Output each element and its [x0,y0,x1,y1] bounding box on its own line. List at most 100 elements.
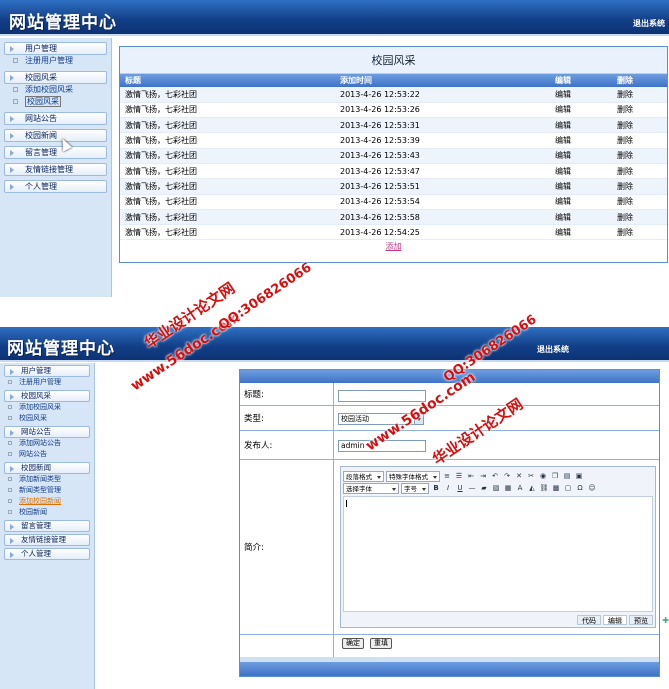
arrow-icon [10,116,14,122]
code-mode-tab[interactable]: 代码 [577,615,601,625]
italic-icon[interactable]: I [443,483,453,493]
special-char-icon[interactable]: Ω [575,483,585,493]
resize-plus-minus-icon[interactable]: ✚ ▬ [662,616,669,625]
column-header: 删除 [612,74,667,87]
title-input[interactable] [338,390,426,402]
add-link[interactable]: 添加 [386,242,402,251]
menu-item-add-campus-style[interactable]: 添加校园风采 [0,84,111,96]
emoji-icon[interactable]: ☺ [587,483,597,493]
copy-icon[interactable]: ❐ [550,471,560,481]
menu-item-add-news-type[interactable]: 添加新闻类型 [0,474,94,485]
row-time: 2013-4-26 12:53:51 [335,178,550,195]
menu-campus-news[interactable]: 校园新闻 [4,129,107,142]
edit-link[interactable]: 编辑 [550,117,612,134]
delete-link[interactable]: 删除 [612,87,667,103]
find-icon[interactable]: ◉ [538,471,548,481]
paragraph-format-select[interactable]: 段落格式 [343,470,384,482]
menu-item-registered-users[interactable]: 注册用户管理 [0,55,111,67]
redo-icon[interactable]: ↷ [502,471,512,481]
menu-campus-style[interactable]: 校园风采 [4,390,90,402]
print-icon[interactable]: ▣ [574,471,584,481]
site-title: 网站管理中心 [9,13,117,33]
logout-link[interactable]: 退出系统 [633,18,665,29]
font-size-select[interactable]: 字号 [401,482,429,494]
menu-site-notice[interactable]: 网站公告 [4,112,107,125]
edit-link[interactable]: 编辑 [550,148,612,164]
delete-link[interactable]: 删除 [612,209,667,226]
menu-item-add-campus-style[interactable]: 添加校园风采 [0,402,94,413]
menu-messages[interactable]: 留言管理 [4,520,90,532]
menu-site-notice[interactable]: 网站公告 [4,426,90,438]
horizontal-rule-icon[interactable]: — [467,483,477,493]
menu-personal[interactable]: 个人管理 [4,548,90,560]
outdent-icon[interactable]: ⇤ [466,471,476,481]
menu-item-campus-style[interactable]: 校园风采 [0,413,94,424]
menu-friend-links[interactable]: 友情链接管理 [4,534,90,546]
edit-link[interactable]: 编辑 [550,178,612,195]
delete-link[interactable]: 删除 [612,132,667,149]
row-time: 2013-4-26 12:53:22 [335,87,550,103]
menu-campus-style[interactable]: 校园风采 [4,71,107,84]
column-header: 添加时间 [335,74,550,87]
submit-button[interactable]: 确定 [342,638,364,649]
delete-link[interactable]: 删除 [612,163,667,180]
link-icon[interactable]: ⛓ [539,483,549,493]
font-family-select[interactable]: 选择字体 [343,482,399,494]
rich-text-editor: 段落格式 特殊字体格式 ≡ ☰ ⇤ ⇥ ↶ ↷ ✕ ✂ ◉ ❐ ▤ ▣ 选择字体… [340,466,669,628]
edit-mode-tab[interactable]: 编辑 [603,615,627,625]
menu-user-management[interactable]: 用户管理 [4,365,90,377]
table-icon[interactable]: ▦ [503,483,513,493]
menu-item-registered-users[interactable]: 注册用户管理 [0,377,94,388]
edit-link[interactable]: 编辑 [550,163,612,180]
edit-link[interactable]: 编辑 [550,224,612,241]
reset-button[interactable]: 重填 [370,638,392,649]
delete-link[interactable]: 删除 [612,194,667,210]
unordered-list-icon[interactable]: ☰ [454,471,464,481]
frame-icon[interactable]: ▢ [563,483,573,493]
folder-icon[interactable]: ▰ [479,483,489,493]
delete-link[interactable]: 删除 [612,102,667,119]
table-row: 激情飞扬，七彩社团 2013-4-26 12:53:58 编辑 删除 [120,209,667,226]
delete-link[interactable]: 删除 [612,148,667,164]
ordered-list-icon[interactable]: ≡ [442,471,452,481]
bullet-icon [8,380,12,384]
edit-link[interactable]: 编辑 [550,87,612,103]
edit-link[interactable]: 编辑 [550,209,612,226]
editor-content-area[interactable] [343,496,653,612]
preview-mode-tab[interactable]: 预览 [629,615,653,625]
logout-link[interactable]: 退出系统 [537,344,569,355]
delete-link[interactable]: 删除 [612,178,667,195]
delete-link[interactable]: 删除 [612,224,667,241]
menu-item-campus-style[interactable]: 校园风采 [0,96,111,108]
menu-campus-news[interactable]: 校园新闻 [4,462,90,474]
column-header: 编辑 [550,74,612,87]
highlight-icon[interactable]: ◭ [527,483,537,493]
menu-messages[interactable]: 留言管理 [4,146,107,159]
menu-user-management[interactable]: 用户管理 [4,42,107,55]
top-header: 网站管理中心 退出系统 [0,327,669,362]
font-color-icon[interactable]: A [515,483,525,493]
bold-icon[interactable]: B [431,483,441,493]
menu-friend-links[interactable]: 友情链接管理 [4,163,107,176]
undo-icon[interactable]: ↶ [490,471,500,481]
menu-personal[interactable]: 个人管理 [4,180,107,193]
edit-link[interactable]: 编辑 [550,102,612,119]
menu-item-add-notice[interactable]: 添加网站公告 [0,438,94,449]
special-font-select[interactable]: 特殊字体格式 [386,470,440,482]
cut-icon[interactable]: ✂ [526,471,536,481]
indent-icon[interactable]: ⇥ [478,471,488,481]
underline-icon[interactable]: U [455,483,465,493]
paste-icon[interactable]: ▤ [562,471,572,481]
edit-link[interactable]: 编辑 [550,132,612,149]
menu-item-news-type[interactable]: 新闻类型管理 [0,485,94,496]
menu-item-add-news[interactable]: 添加校园新闻 [0,496,94,507]
menu-item-news[interactable]: 校园新闻 [0,507,94,518]
media-icon[interactable]: ▩ [551,483,561,493]
row-time: 2013-4-26 12:54:25 [335,224,550,241]
image-icon[interactable]: ▧ [491,483,501,493]
delete-icon[interactable]: ✕ [514,471,524,481]
row-title: 激情飞扬，七彩社团 [120,87,335,103]
menu-item-notice[interactable]: 网站公告 [0,449,94,460]
edit-link[interactable]: 编辑 [550,194,612,210]
delete-link[interactable]: 删除 [612,117,667,134]
